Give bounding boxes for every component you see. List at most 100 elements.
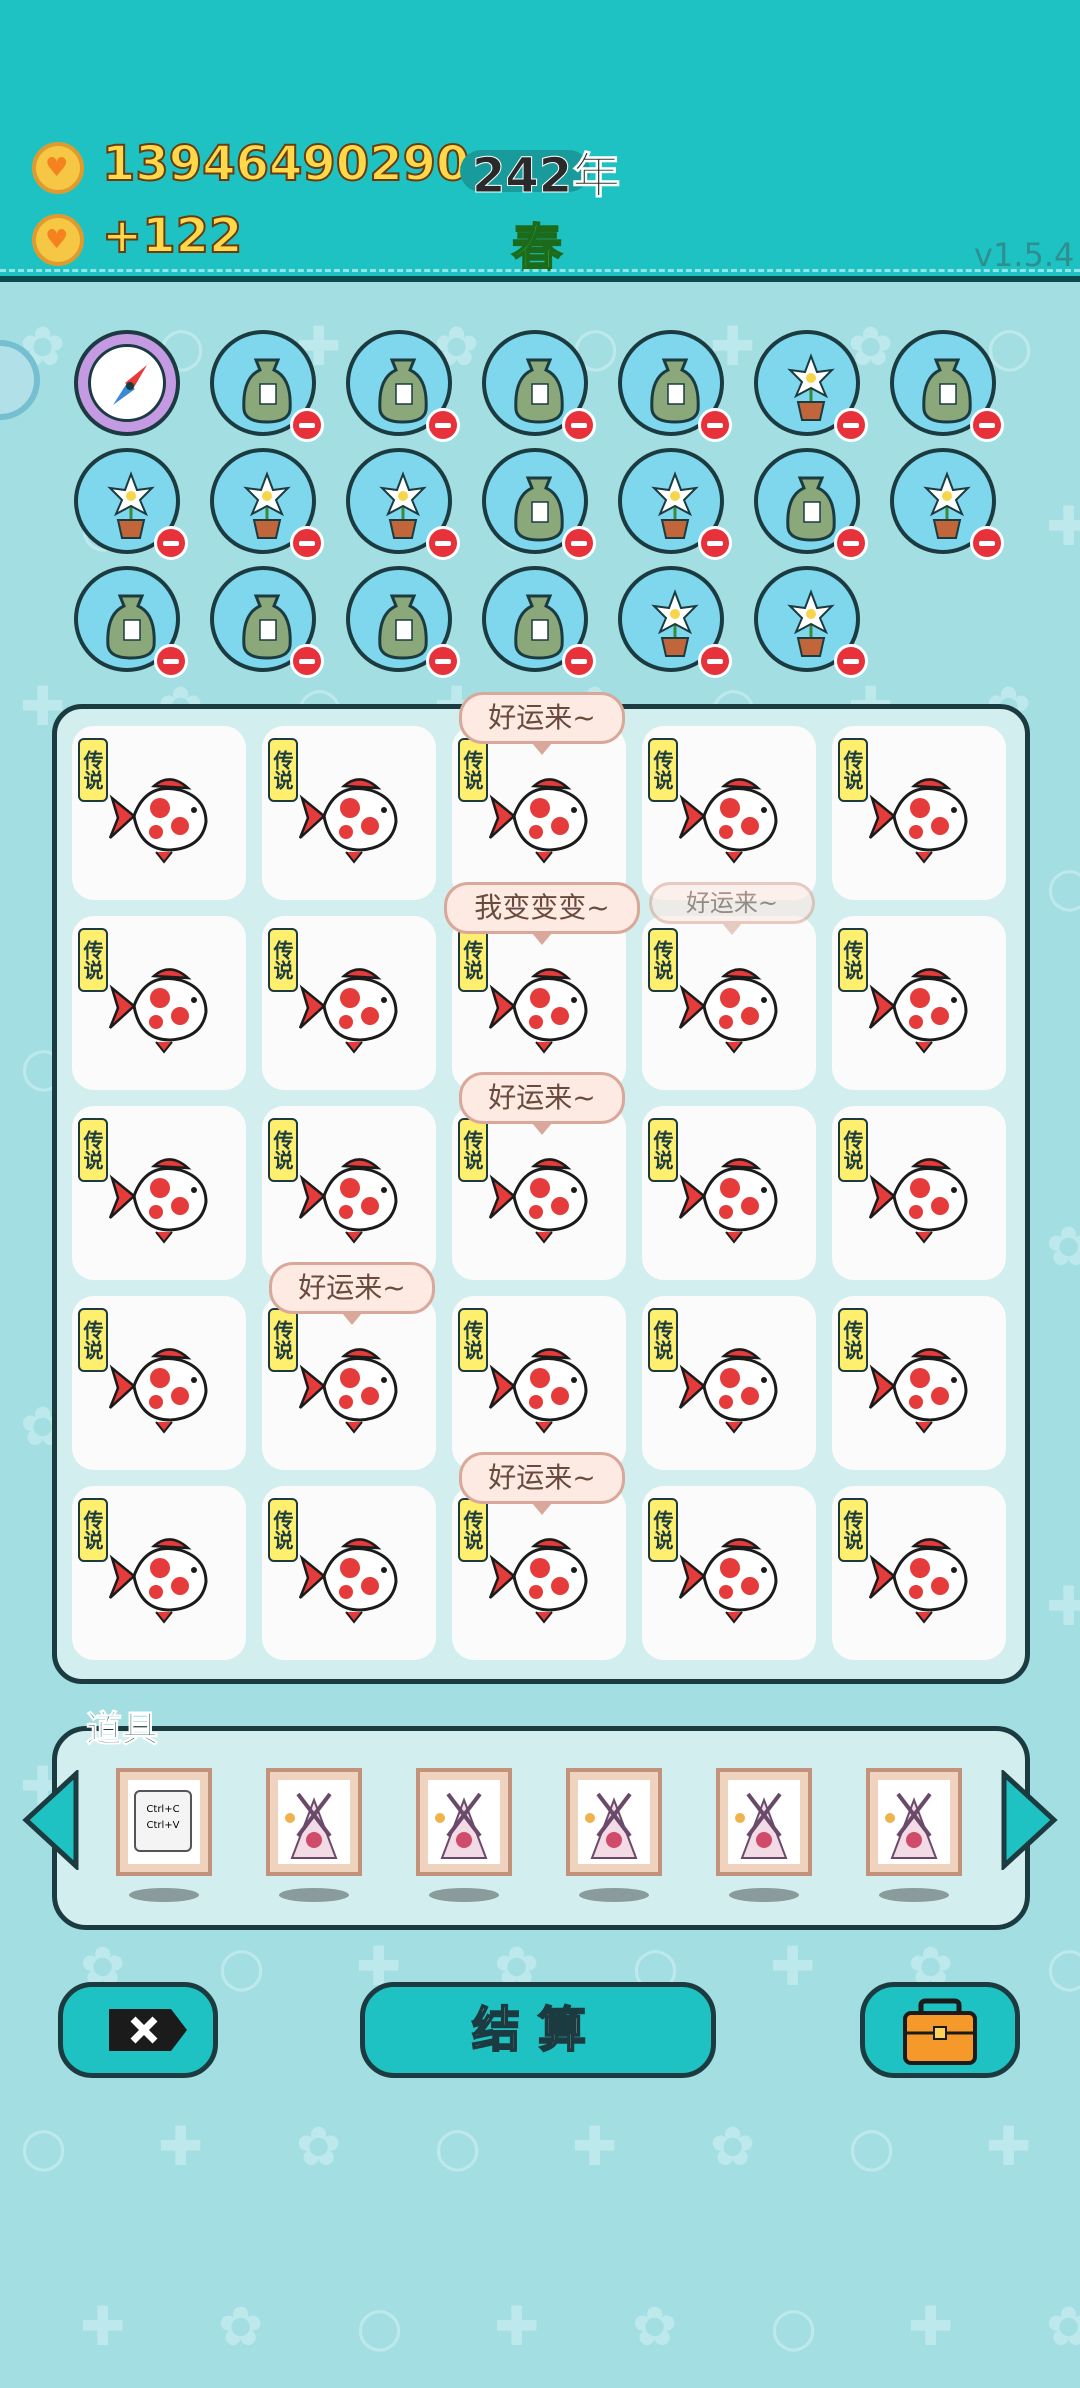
rarity-tag: 传说 xyxy=(458,738,488,802)
arrow-right-icon[interactable] xyxy=(998,1770,1062,1870)
remove-item-button[interactable] xyxy=(562,526,596,560)
board-cell[interactable]: 传说 xyxy=(642,1296,816,1470)
remove-item-button[interactable] xyxy=(562,644,596,678)
remove-item-button[interactable] xyxy=(834,408,868,442)
board-cell[interactable]: 传说 xyxy=(262,1106,436,1280)
speech-bubble: 好运来~ xyxy=(459,1452,625,1515)
inventory-item[interactable] xyxy=(482,448,596,560)
background-decor: ✚ xyxy=(986,2115,1032,2178)
inventory-item[interactable] xyxy=(210,566,324,678)
board-cell[interactable]: 传说 xyxy=(262,916,436,1090)
broom-dustpan-icon xyxy=(878,1780,950,1864)
rarity-tag: 传说 xyxy=(458,1498,488,1562)
inventory-item[interactable] xyxy=(754,330,868,442)
remove-item-button[interactable] xyxy=(834,526,868,560)
remove-item-button[interactable] xyxy=(290,408,324,442)
remove-item-button[interactable] xyxy=(426,526,460,560)
rarity-tag: 传说 xyxy=(838,928,868,992)
board-cell[interactable]: 传说 xyxy=(72,1296,246,1470)
inventory-item[interactable] xyxy=(618,448,732,560)
bag-button[interactable] xyxy=(860,1982,1020,2078)
background-decor: ✚ xyxy=(80,2295,126,2358)
remove-item-button[interactable] xyxy=(834,644,868,678)
rarity-tag: 传说 xyxy=(838,738,868,802)
remove-item-button[interactable] xyxy=(426,644,460,678)
inventory-item[interactable] xyxy=(618,330,732,442)
remove-item-button[interactable] xyxy=(290,526,324,560)
board-cell[interactable]: 传说 xyxy=(642,726,816,900)
inventory-item[interactable] xyxy=(890,448,1004,560)
inventory-item[interactable] xyxy=(754,566,868,678)
remove-item-button[interactable] xyxy=(698,644,732,678)
board-cell[interactable]: 传说 xyxy=(832,726,1006,900)
tool-shadow xyxy=(129,1888,199,1902)
remove-item-button[interactable] xyxy=(970,526,1004,560)
briefcase-icon xyxy=(903,1998,977,2065)
rarity-tag: 传说 xyxy=(648,1498,678,1562)
season-label: 春 xyxy=(511,218,563,278)
rarity-tag: 传说 xyxy=(648,1308,678,1372)
board-cell[interactable]: 传说 xyxy=(452,1296,626,1470)
rarity-tag: 传说 xyxy=(268,1498,298,1562)
speech-bubble: 好运来~ xyxy=(459,1072,625,1135)
board-cell[interactable]: 传说 xyxy=(262,1486,436,1660)
inventory-item[interactable] xyxy=(754,448,868,560)
gold-coin-icon: ♥ xyxy=(32,142,84,194)
arrow-left-icon[interactable] xyxy=(18,1770,82,1870)
tool-item[interactable] xyxy=(716,1768,812,1876)
board-cell[interactable]: 传说 xyxy=(832,1486,1006,1660)
inventory-item[interactable] xyxy=(74,330,180,436)
version-label: v1.5.4 xyxy=(974,236,1075,274)
board-cell[interactable]: 传说 xyxy=(72,726,246,900)
board-cell[interactable]: 传说 xyxy=(642,916,816,1090)
remove-item-button[interactable] xyxy=(698,408,732,442)
inventory-item[interactable] xyxy=(74,566,188,678)
background-decor: ○ xyxy=(20,2115,68,2178)
remove-item-button[interactable] xyxy=(698,526,732,560)
board-cell[interactable]: 传说 xyxy=(832,1296,1006,1470)
delete-button[interactable] xyxy=(58,1982,218,2078)
board-cell[interactable]: 传说 xyxy=(642,1486,816,1660)
tool-item[interactable] xyxy=(566,1768,662,1876)
speech-bubble: 好运来~ xyxy=(269,1262,435,1325)
broom-dustpan-icon xyxy=(428,1780,500,1864)
remove-item-button[interactable] xyxy=(426,408,460,442)
board-cell[interactable]: 传说 xyxy=(72,916,246,1090)
rarity-tag: 传说 xyxy=(838,1498,868,1562)
rarity-tag: 传说 xyxy=(268,1308,298,1372)
background-decor: ✚ xyxy=(494,2295,540,2358)
inventory-item[interactable] xyxy=(346,330,460,442)
remove-item-button[interactable] xyxy=(970,408,1004,442)
board-cell[interactable]: 传说 xyxy=(642,1106,816,1280)
inventory-item[interactable] xyxy=(890,330,1004,442)
inventory-item[interactable] xyxy=(618,566,732,678)
board-cell[interactable]: 传说 xyxy=(832,916,1006,1090)
tool-item[interactable] xyxy=(416,1768,512,1876)
inventory-item[interactable] xyxy=(346,448,460,560)
remove-item-button[interactable] xyxy=(562,408,596,442)
year-label: 242年 xyxy=(471,148,621,205)
board-cell[interactable]: 传说 xyxy=(72,1106,246,1280)
inventory-item[interactable] xyxy=(482,566,596,678)
board-cell[interactable]: 传说 xyxy=(832,1106,1006,1280)
broom-dustpan-icon xyxy=(728,1780,800,1864)
inventory-item[interactable] xyxy=(346,566,460,678)
inventory-item[interactable] xyxy=(210,330,324,442)
tool-shadow xyxy=(729,1888,799,1902)
board-cell[interactable]: 传说 xyxy=(262,726,436,900)
remove-item-button[interactable] xyxy=(154,526,188,560)
inventory-item[interactable] xyxy=(74,448,188,560)
compass-icon xyxy=(88,344,166,422)
background-decor: ✿ xyxy=(296,2115,342,2178)
tool-shadow xyxy=(579,1888,649,1902)
tool-item[interactable] xyxy=(266,1768,362,1876)
remove-item-button[interactable] xyxy=(154,644,188,678)
board-cell[interactable]: 传说 xyxy=(72,1486,246,1660)
inventory-item[interactable] xyxy=(482,330,596,442)
remove-item-button[interactable] xyxy=(290,644,324,678)
inventory-item[interactable] xyxy=(210,448,324,560)
tool-item[interactable]: Ctrl+C Ctrl+V xyxy=(116,1768,212,1876)
settle-button[interactable]: 结算 xyxy=(360,1982,716,2078)
gold-amount: 13946490290 xyxy=(101,135,470,193)
tool-item[interactable] xyxy=(866,1768,962,1876)
